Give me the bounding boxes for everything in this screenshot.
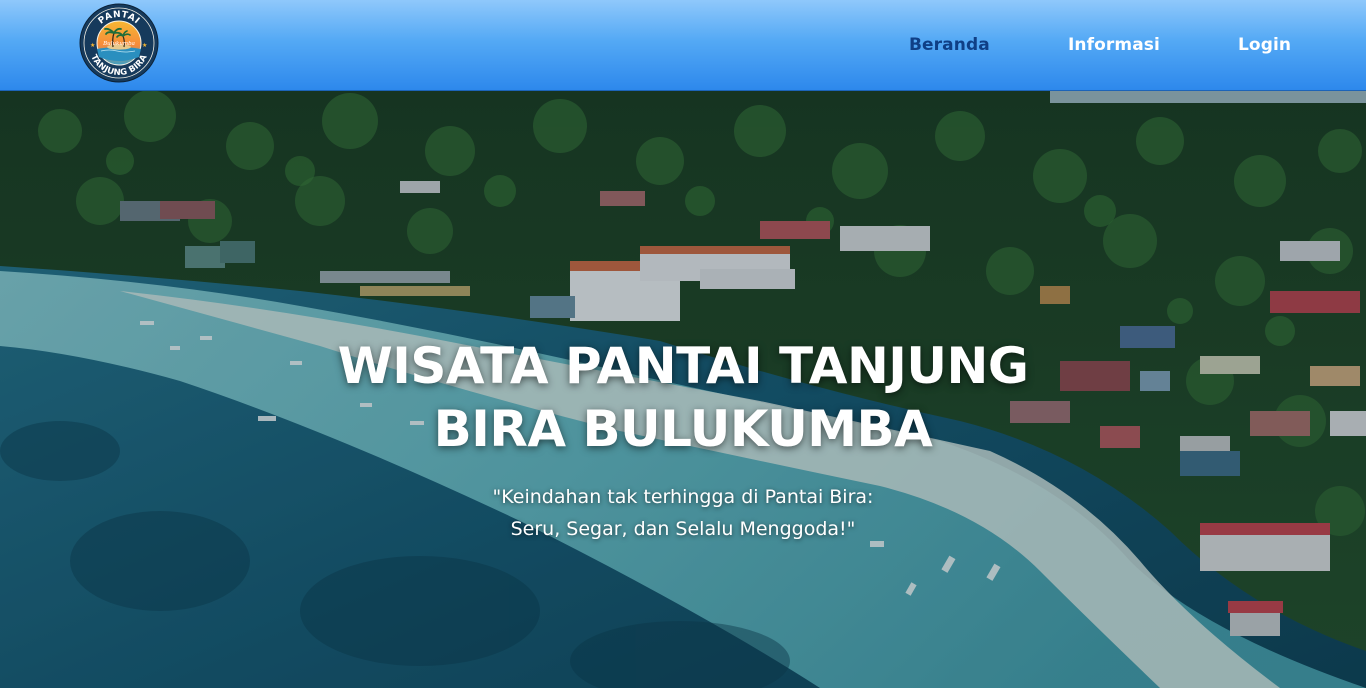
hero-tagline: "Keindahan tak terhingga di Pantai Bira:…: [333, 481, 1033, 545]
logo-badge-icon: ★ ★ PANTAI TANJUNG BIRA Bulukumba: [79, 3, 159, 83]
nav-login-link[interactable]: Login: [1238, 35, 1291, 55]
page: ★ ★ PANTAI TANJUNG BIRA Bulukumba Berand…: [0, 0, 1366, 688]
svg-text:★: ★: [142, 42, 147, 49]
site-header: ★ ★ PANTAI TANJUNG BIRA Bulukumba Berand…: [0, 0, 1366, 91]
svg-text:★: ★: [90, 42, 95, 49]
site-logo[interactable]: ★ ★ PANTAI TANJUNG BIRA Bulukumba: [79, 3, 159, 83]
hero-title-line-1: WISATA PANTAI TANJUNG: [337, 337, 1029, 395]
nav-informasi-link[interactable]: Informasi: [1068, 35, 1160, 55]
hero-title-line-2: BIRA BULUKUMBA: [433, 400, 933, 458]
hero-tagline-line-1: "Keindahan tak terhingga di Pantai Bira:: [492, 486, 874, 508]
hero-title: WISATA PANTAI TANJUNG BIRA BULUKUMBA: [233, 335, 1133, 461]
hero-tagline-line-2: Seru, Segar, dan Selalu Menggoda!": [510, 518, 856, 540]
hero-section: WISATA PANTAI TANJUNG BIRA BULUKUMBA "Ke…: [0, 91, 1366, 688]
nav-beranda-link[interactable]: Beranda: [909, 35, 990, 55]
logo-script-text: Bulukumba: [102, 41, 135, 47]
